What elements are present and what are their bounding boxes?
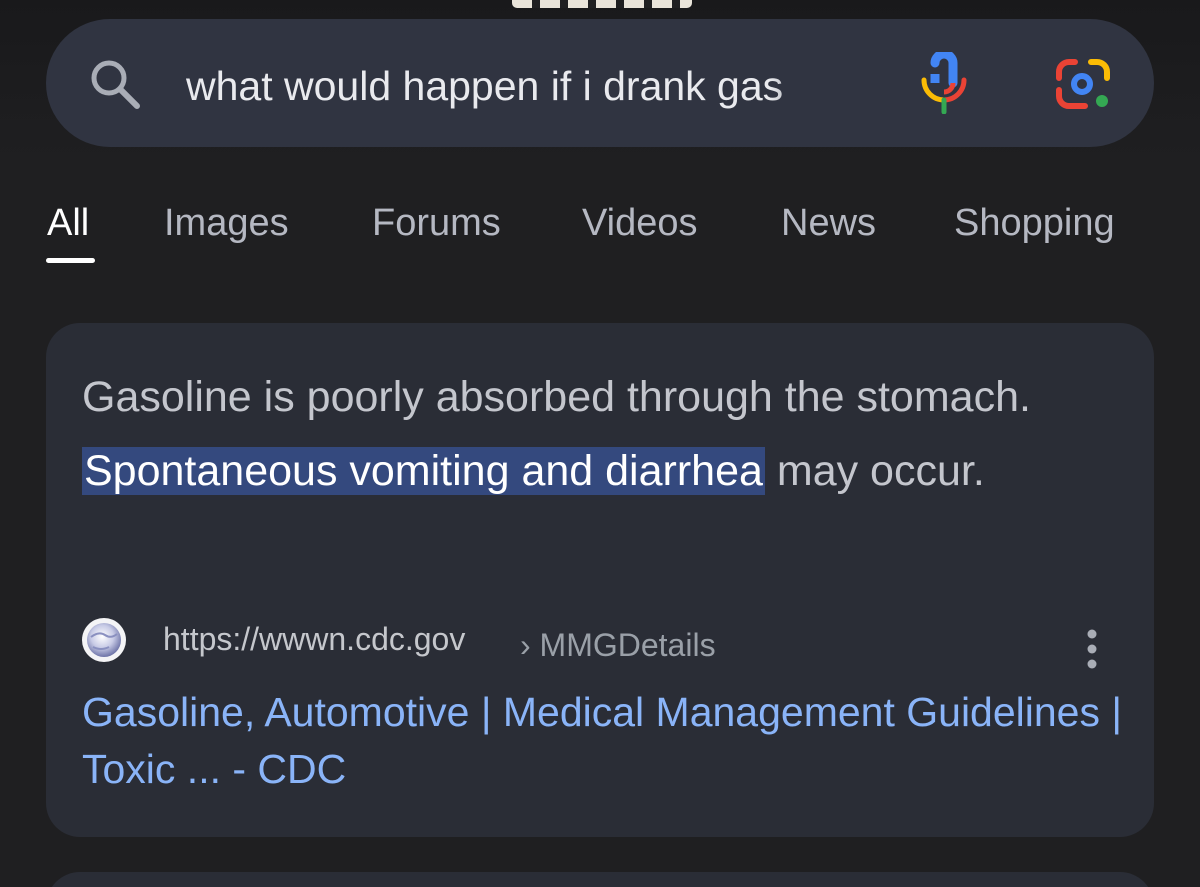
source-breadcrumb: › MMGDetails bbox=[520, 627, 716, 663]
more-vert-icon[interactable] bbox=[1076, 628, 1108, 670]
microphone-icon[interactable] bbox=[918, 52, 970, 114]
result-title-link[interactable]: Gasoline, Automotive | Medical Managemen… bbox=[82, 684, 1122, 798]
snippet-text: Gasoline is poorly absorbed through the … bbox=[82, 373, 1031, 421]
next-result-card[interactable] bbox=[46, 872, 1154, 887]
search-tabs: All Images Forums Videos News Shopping bbox=[0, 196, 1200, 276]
tab-forums[interactable]: Forums bbox=[372, 196, 501, 250]
tab-videos[interactable]: Videos bbox=[582, 196, 698, 250]
status-bar-edge bbox=[512, 0, 692, 8]
search-icon[interactable] bbox=[86, 56, 142, 112]
tab-images[interactable]: Images bbox=[164, 196, 289, 250]
search-results-page: what would happen if i drank gas All Ima… bbox=[0, 0, 1200, 887]
snippet-highlight: Spontaneous vomiting and diarrhea bbox=[82, 447, 765, 495]
google-lens-icon[interactable] bbox=[1055, 56, 1113, 112]
tab-shopping[interactable]: Shopping bbox=[954, 196, 1115, 250]
search-input-fade bbox=[770, 56, 890, 116]
tab-news[interactable]: News bbox=[781, 196, 876, 250]
snippet-text-end: may occur. bbox=[764, 447, 985, 495]
tab-all[interactable]: All bbox=[47, 196, 89, 250]
globe-icon bbox=[82, 618, 126, 662]
active-tab-indicator bbox=[46, 258, 95, 263]
featured-snippet: Gasoline is poorly absorbed through the … bbox=[82, 360, 1132, 508]
source-url[interactable]: https://wwwn.cdc.gov bbox=[163, 618, 465, 660]
